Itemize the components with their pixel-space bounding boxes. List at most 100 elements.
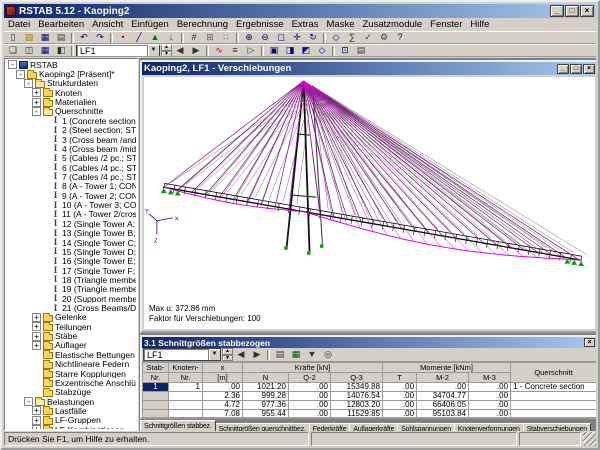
view-zoom-all-button[interactable]: ⊡ bbox=[337, 45, 353, 57]
table-cell[interactable]: 1 - Concrete section bbox=[511, 383, 596, 392]
tree-item-4-cross-beam-middle[interactable]: I4 (Cross beam /middle... bbox=[6, 144, 136, 153]
menu-datei[interactable]: Datei bbox=[4, 18, 34, 31]
tree-item-21-cross-beams-dyna[interactable]: I21 (Cross Beams/Dyna... bbox=[6, 303, 136, 312]
tree-item-7-cables-4-pc-steel[interactable]: I7 (Cables /4 pc.; STEEL... bbox=[6, 172, 136, 181]
tree-item-16-single-tower-e-cc[interactable]: I16 (Single Tower E; CC... bbox=[6, 257, 136, 266]
main-calculate-button[interactable]: ∑ bbox=[344, 32, 360, 44]
table-cell[interactable] bbox=[511, 401, 596, 410]
table-row[interactable]: 4.72977.36.0012803.20.0066406.05.00 bbox=[143, 401, 597, 410]
table-filter-rows-button[interactable]: ▼ bbox=[304, 349, 320, 361]
main-zoom-window-button[interactable]: ◻ bbox=[273, 32, 289, 44]
table-cell[interactable]: 66406.05 bbox=[417, 401, 469, 410]
tab-schnittgrößen-querschnittbez[interactable]: Schnittgrößen querschnittbez. bbox=[215, 423, 310, 431]
main-new-load-button[interactable]: ↓ bbox=[163, 32, 179, 44]
maximize-button[interactable]: □ bbox=[565, 5, 579, 17]
menu-ansicht[interactable]: Ansicht bbox=[88, 18, 127, 31]
table-cell[interactable] bbox=[511, 410, 596, 418]
tree-expander-icon[interactable]: + bbox=[32, 341, 41, 350]
tab-stabverschiebungen[interactable]: Stabverschiebungen bbox=[523, 423, 591, 431]
main-zoom-out-button[interactable]: ⊖ bbox=[257, 32, 273, 44]
tree-expander-icon[interactable]: + bbox=[32, 313, 41, 322]
table-cell[interactable]: 1 bbox=[169, 383, 203, 392]
table-cell[interactable] bbox=[143, 392, 169, 401]
main-open-button[interactable]: ▨ bbox=[21, 32, 37, 44]
main-new-node-button[interactable]: • bbox=[115, 32, 131, 44]
menu-ergebnisse[interactable]: Ergebnisse bbox=[232, 18, 288, 31]
view-tile-windows-button[interactable]: ◫ bbox=[21, 45, 37, 57]
table-cell[interactable]: 7.08 bbox=[203, 410, 243, 418]
table-cell[interactable] bbox=[169, 410, 203, 418]
table-previous-member-button[interactable]: ◀ bbox=[233, 349, 249, 361]
spin-down-button[interactable]: ▼ bbox=[161, 51, 172, 58]
tree-item-kaoping2-präsent[interactable]: -Kaoping2 [Präsent]* bbox=[6, 69, 136, 78]
graphics-title-bar[interactable]: Kaoping2, LF1 - Verschiebungen _ □ × bbox=[142, 62, 596, 75]
model-view[interactable]: XYZ Max u: 372.86 mm Faktor für Verschie… bbox=[144, 77, 595, 329]
tree-item-lastfälle[interactable]: +Lastfälle bbox=[6, 406, 136, 415]
chevron-down-icon[interactable]: ▼ bbox=[208, 349, 220, 360]
tree-expander-icon[interactable]: - bbox=[24, 397, 33, 406]
table-search-button[interactable]: ◎ bbox=[320, 349, 336, 361]
tree-item-belastungen[interactable]: -Belastungen bbox=[6, 397, 136, 406]
view-next-case-button[interactable]: ▶ bbox=[188, 45, 204, 57]
table-cell[interactable]: 2.36 bbox=[203, 392, 243, 401]
main-help-button[interactable]: ? bbox=[392, 32, 408, 44]
menu-maske[interactable]: Maske bbox=[323, 18, 359, 31]
table-cell[interactable]: 4.72 bbox=[203, 401, 243, 410]
tree-item-teilungen[interactable]: +Teilungen bbox=[6, 322, 136, 331]
view-view-yz-button[interactable]: ◩ bbox=[298, 45, 314, 57]
tree-item-2-steel-section-steel[interactable]: I2 (Steel section; STEEL... bbox=[6, 126, 136, 135]
main-redo-button[interactable]: ↷ bbox=[92, 32, 108, 44]
tree-item-lf-gruppen[interactable]: +LF-Gruppen bbox=[6, 416, 136, 425]
table-cell[interactable]: .00 bbox=[289, 392, 331, 401]
tab-auflagerkräfte[interactable]: Auflagerkräfte bbox=[349, 423, 398, 431]
tree-expander-icon[interactable]: + bbox=[32, 322, 41, 331]
table-cell[interactable]: 955.44 bbox=[243, 410, 289, 418]
table-cell[interactable]: .00 bbox=[417, 383, 469, 392]
table-cell[interactable] bbox=[143, 410, 169, 418]
view-perspective-button[interactable]: ◇ bbox=[314, 45, 330, 57]
table-row[interactable]: 11.001021.20.0015349.88.00.00.001 - Conc… bbox=[143, 383, 597, 392]
tree-item-lf-kombinationen[interactable]: +LF-Kombinationen bbox=[6, 425, 136, 429]
tree-item-rstab[interactable]: -RSTAB bbox=[6, 60, 136, 69]
chevron-down-icon[interactable]: ▼ bbox=[147, 45, 159, 56]
results-load-case-select[interactable]: LF1 ▼ bbox=[143, 348, 221, 361]
tree-item-18-triangle-member-1[interactable]: I18 (Triangle member 1... bbox=[6, 275, 136, 284]
main-grid-button[interactable]: ⊞ bbox=[202, 32, 218, 44]
table-cell[interactable]: 34704.77 bbox=[417, 392, 469, 401]
table-cell[interactable]: 977.36 bbox=[243, 401, 289, 410]
main-pan-button[interactable]: ✛ bbox=[289, 32, 305, 44]
tree-item-querschnitte[interactable]: -Querschnitte bbox=[6, 107, 136, 116]
tree-item-10-a-tower-3-conc[interactable]: I10 (A - Tower 3; CONC... bbox=[6, 200, 136, 209]
tree-item-8-a-tower-1-concf[interactable]: I8 (A - Tower 1; CONCF... bbox=[6, 182, 136, 191]
graphics-minimize-button[interactable]: _ bbox=[557, 64, 569, 74]
spin-down-button[interactable]: ▼ bbox=[222, 355, 233, 362]
tree-expander-icon[interactable]: - bbox=[16, 70, 25, 79]
tree-item-gelenke[interactable]: +Gelenke bbox=[6, 313, 136, 322]
main-numbering-button[interactable]: # bbox=[186, 32, 202, 44]
title-bar[interactable]: RSTAB 5.12 - Kaoping2 _ □ × bbox=[4, 4, 596, 18]
main-print-button[interactable]: ▤ bbox=[53, 32, 69, 44]
tree-expander-icon[interactable]: + bbox=[32, 406, 41, 415]
tree-expander-icon[interactable]: + bbox=[32, 425, 41, 429]
table-cell[interactable]: .00 bbox=[289, 383, 331, 392]
tree-expander-icon[interactable]: + bbox=[32, 332, 41, 341]
view-show-values-button[interactable]: ≡ bbox=[227, 45, 243, 57]
main-undo-button[interactable]: ↶ bbox=[76, 32, 92, 44]
tree-item-stäbe[interactable]: +Stäbe bbox=[6, 331, 136, 340]
tree-expander-icon[interactable]: - bbox=[8, 60, 17, 69]
table-cell[interactable]: 1021.20 bbox=[243, 383, 289, 392]
table-cell[interactable]: 14076.54 bbox=[331, 392, 383, 401]
minimize-button[interactable]: _ bbox=[550, 5, 564, 17]
main-snap-button[interactable]: ∷ bbox=[218, 32, 234, 44]
table-row[interactable]: 7.08955.44.0011529.85.0095103.84.00 bbox=[143, 410, 597, 418]
menu-fenster[interactable]: Fenster bbox=[426, 18, 466, 31]
view-view-xz-button[interactable]: ◨ bbox=[282, 45, 298, 57]
table-cell[interactable]: 999.28 bbox=[243, 392, 289, 401]
tree-item-20-support-member-a[interactable]: I20 (Support member/A... bbox=[6, 294, 136, 303]
main-view-isometric-button[interactable]: ◇ bbox=[328, 32, 344, 44]
table-next-member-button[interactable]: ▶ bbox=[249, 349, 265, 361]
tree-item-17-single-tower-f-cc[interactable]: I17 (Single Tower F; CC... bbox=[6, 266, 136, 275]
table-cell[interactable]: .00 bbox=[383, 401, 417, 410]
view-table-toggle-button[interactable]: ▦ bbox=[37, 45, 53, 57]
tree-item-knoten[interactable]: +Knoten bbox=[6, 88, 136, 97]
